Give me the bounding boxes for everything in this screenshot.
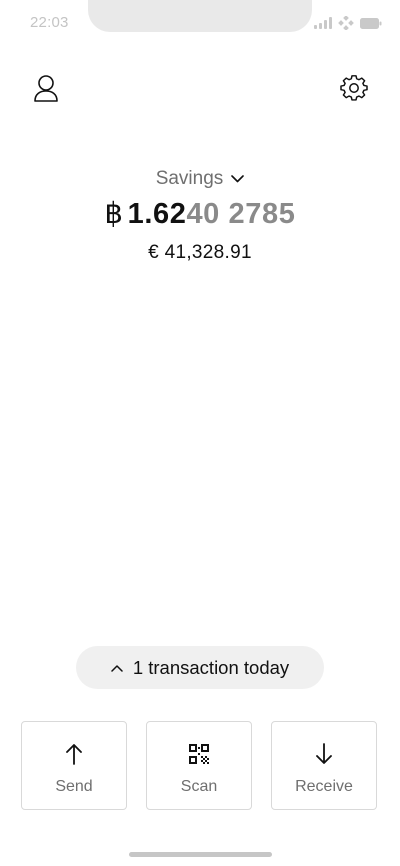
status-bar: 22:03 bbox=[0, 0, 400, 44]
profile-button[interactable] bbox=[30, 72, 62, 104]
receive-button[interactable]: Receive bbox=[271, 721, 377, 810]
wallet-selector[interactable]: Savings bbox=[0, 168, 400, 190]
wallet-name: Savings bbox=[155, 168, 224, 189]
chevron-down-icon bbox=[231, 175, 245, 183]
transactions-today-button[interactable]: 1 transaction today bbox=[76, 646, 324, 689]
balance-trailing-digits: 40 2785 bbox=[186, 198, 296, 230]
qr-code-icon bbox=[189, 744, 209, 764]
home-indicator[interactable] bbox=[129, 852, 272, 857]
status-icons bbox=[314, 16, 382, 30]
user-icon bbox=[34, 75, 58, 102]
signal-icon bbox=[314, 17, 332, 29]
chevron-up-icon bbox=[111, 664, 123, 672]
device-notch bbox=[88, 0, 312, 32]
balance-significant-digits: 1.62 bbox=[127, 198, 187, 230]
arrow-down-icon bbox=[316, 743, 332, 764]
scan-label: Scan bbox=[180, 778, 218, 795]
status-time: 22:03 bbox=[30, 14, 69, 31]
receive-label: Receive bbox=[295, 778, 353, 795]
battery-icon bbox=[360, 17, 382, 29]
settings-button[interactable] bbox=[338, 72, 370, 104]
scan-button[interactable]: Scan bbox=[146, 721, 252, 810]
send-button[interactable]: Send bbox=[21, 721, 127, 810]
send-label: Send bbox=[55, 778, 93, 795]
transactions-today-label: 1 transaction today bbox=[132, 656, 290, 678]
network-icon bbox=[338, 16, 354, 30]
gear-icon bbox=[340, 75, 368, 101]
fiat-balance: € 41,328.91 bbox=[148, 242, 252, 263]
arrow-up-icon bbox=[66, 744, 82, 765]
bitcoin-symbol: ฿ bbox=[104, 198, 124, 230]
bitcoin-balance: ฿ 1.6240 2785 bbox=[0, 196, 400, 231]
